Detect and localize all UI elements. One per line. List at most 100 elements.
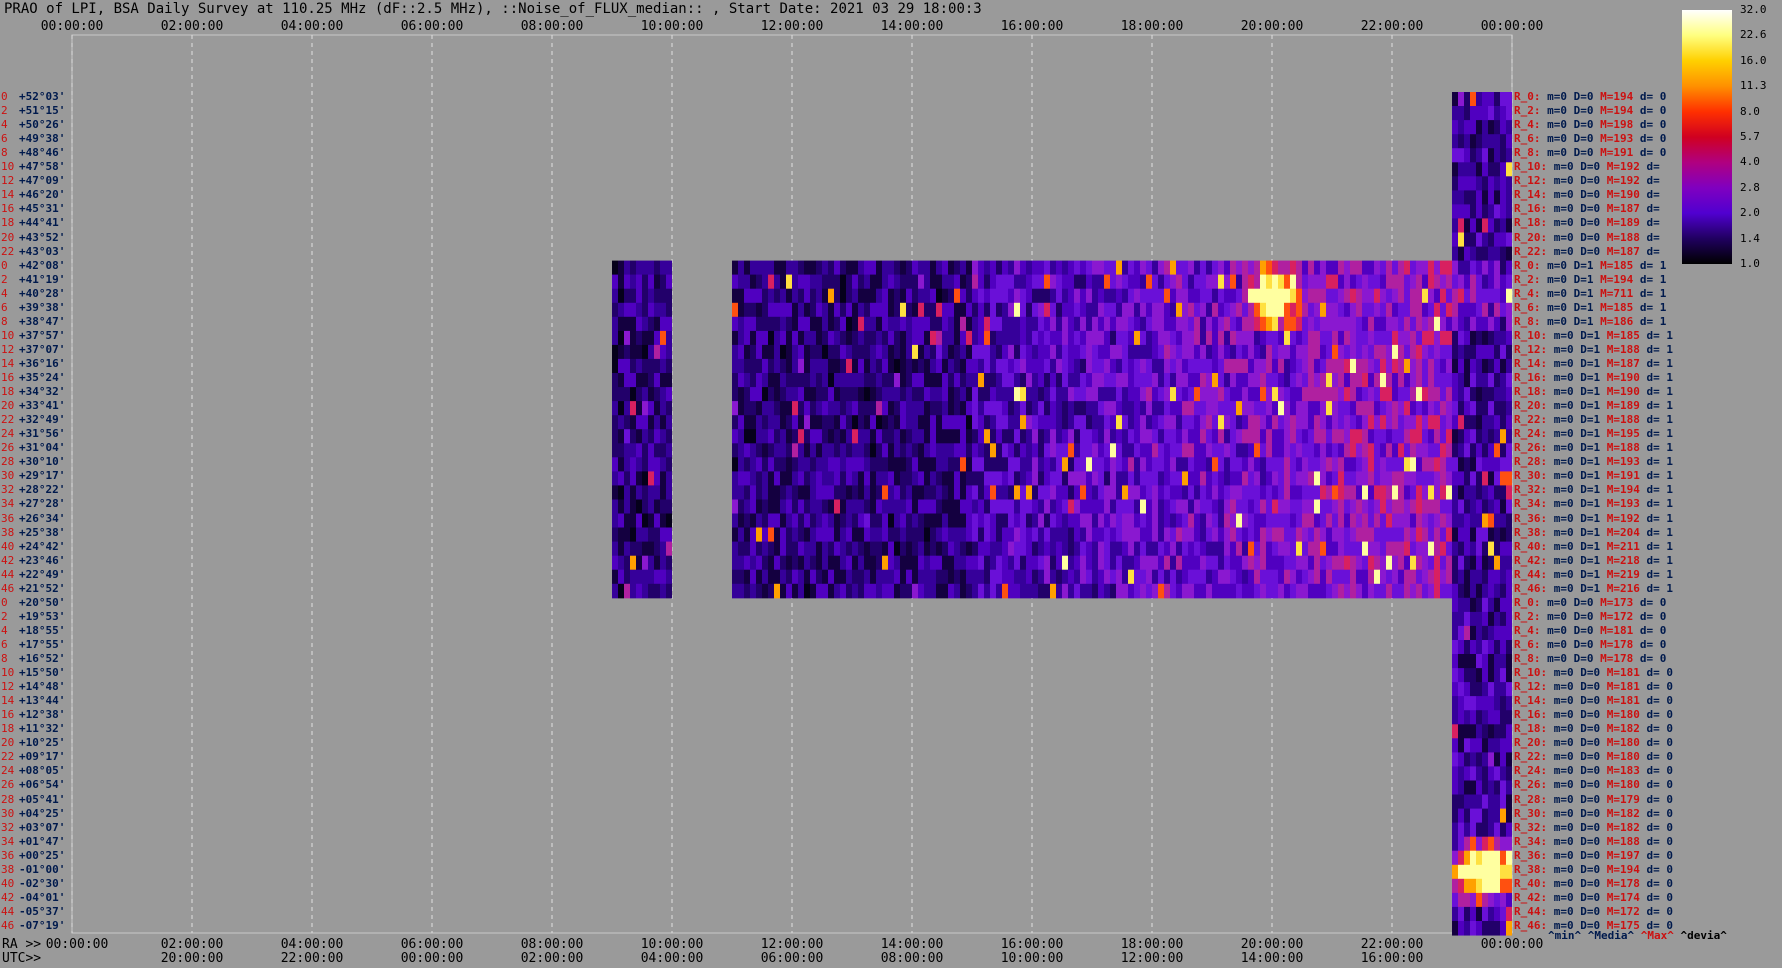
declination-label: +12°38' xyxy=(19,708,66,722)
heatmap-cell xyxy=(1224,387,1230,402)
heatmap-cell xyxy=(810,527,816,543)
heatmap-cell xyxy=(1272,513,1278,529)
heatmap-cell xyxy=(1320,499,1326,515)
heatmap-cell xyxy=(1008,499,1014,515)
heatmap-cell xyxy=(1500,190,1506,205)
heatmap-cell xyxy=(1014,302,1020,318)
heatmap-cell xyxy=(1506,822,1512,838)
heatmap-cell xyxy=(948,471,954,486)
heatmap-cell xyxy=(636,443,642,458)
heatmap-cell xyxy=(1038,443,1044,458)
heatmap-cell xyxy=(1080,499,1086,515)
heatmap-cell xyxy=(1470,892,1476,908)
heatmap-cell xyxy=(1248,274,1254,290)
heatmap-cell xyxy=(1416,274,1422,290)
heatmap-cell xyxy=(1344,401,1350,416)
heatmap-cell xyxy=(1008,457,1014,472)
heatmap-cell xyxy=(1446,274,1452,290)
heatmap-cell xyxy=(1374,344,1380,360)
stat-min-median: m=0 D=0 xyxy=(1547,736,1607,750)
heatmap-cell xyxy=(936,499,942,515)
heatmap-cell xyxy=(1128,330,1134,346)
heatmap-cell xyxy=(1452,485,1458,500)
heatmap-cell xyxy=(1290,330,1296,346)
heatmap-cell xyxy=(1350,443,1356,458)
heatmap-cell xyxy=(1032,513,1038,529)
heatmap-cell xyxy=(1506,654,1512,669)
heatmap-cell xyxy=(660,401,666,416)
heatmap-cell xyxy=(1128,429,1134,444)
heatmap-cell xyxy=(1470,499,1476,515)
heatmap-cell xyxy=(630,373,636,388)
heatmap-cell xyxy=(1110,583,1116,599)
stat-max: M=190 xyxy=(1606,188,1640,202)
heatmap-cell xyxy=(750,471,756,486)
heatmap-cell xyxy=(1422,457,1428,472)
heatmap-cell xyxy=(1500,682,1506,697)
heatmap-cell xyxy=(1128,485,1134,500)
heatmap-cell xyxy=(1230,344,1236,360)
heatmap-cell xyxy=(1326,415,1332,430)
heatmap-cell xyxy=(1500,373,1506,388)
heatmap-cell xyxy=(858,274,864,290)
heatmap-cell xyxy=(858,583,864,599)
heatmap-cell xyxy=(990,288,996,304)
heatmap-cell xyxy=(1236,288,1242,304)
heatmap-cell xyxy=(1164,485,1170,500)
heatmap-cell xyxy=(1140,429,1146,444)
heatmap-cell xyxy=(1506,429,1512,444)
heatmap-cell xyxy=(1506,218,1512,233)
heatmap-cell xyxy=(750,513,756,529)
heatmap-cell xyxy=(756,344,762,360)
heatmap-cell xyxy=(1020,569,1026,585)
heatmap-cell xyxy=(942,330,948,346)
heatmap-cell xyxy=(882,513,888,529)
heatmap-cell xyxy=(1500,443,1506,458)
heatmap-cell xyxy=(1182,358,1188,374)
heatmap-cell xyxy=(1476,316,1482,332)
heatmap-cell xyxy=(1146,302,1152,318)
heatmap-cell xyxy=(846,373,852,388)
heatmap-cell xyxy=(1290,429,1296,444)
heatmap-cell xyxy=(978,527,984,543)
declination-label: +34°32' xyxy=(19,385,66,399)
heatmap-cell xyxy=(1470,583,1476,599)
heatmap-cell xyxy=(1488,457,1494,472)
heatmap-cell xyxy=(1350,457,1356,472)
heatmap-cell xyxy=(750,302,756,318)
heatmap-cell xyxy=(1506,513,1512,529)
heatmap-cell xyxy=(636,485,642,500)
heatmap-cell xyxy=(1410,583,1416,599)
heatmap-cell xyxy=(1230,330,1236,346)
top-tick-label: 08:00:00 xyxy=(520,19,584,34)
row-stat: R_30: m=0 D=0 M=182 d= 0 xyxy=(1514,807,1673,820)
heatmap-cell xyxy=(1428,569,1434,585)
heatmap-cell xyxy=(1482,836,1488,852)
heatmap-cell xyxy=(1080,358,1086,374)
heatmap-cell xyxy=(1476,906,1482,922)
heatmap-cell xyxy=(768,260,774,276)
heatmap-cell xyxy=(1038,569,1044,585)
heatmap-cell xyxy=(1476,204,1482,219)
legend-max: ^Max^ xyxy=(1640,929,1674,942)
heatmap-cell xyxy=(666,260,672,276)
heatmap-cell xyxy=(960,457,966,472)
heatmap-cell xyxy=(1200,387,1206,402)
heatmap-cell xyxy=(834,541,840,557)
heatmap-cell xyxy=(1440,373,1446,388)
heatmap-cell xyxy=(1410,569,1416,585)
heatmap-cell xyxy=(1500,499,1506,515)
heatmap-cell xyxy=(1206,569,1212,585)
heatmap-cell xyxy=(1032,330,1038,346)
heatmap-cell xyxy=(1188,457,1194,472)
heatmap-cell xyxy=(1506,176,1512,191)
heatmap-cell xyxy=(1416,387,1422,402)
top-tick-label: 16:00:00 xyxy=(1000,19,1064,34)
heatmap-cell xyxy=(1338,288,1344,304)
heatmap-cell xyxy=(1422,429,1428,444)
row-stat: R_8: m=0 D=1 M=186 d= 1 xyxy=(1514,315,1666,328)
heatmap-cell xyxy=(1062,358,1068,374)
heatmap-cell xyxy=(894,387,900,402)
heatmap-cell xyxy=(1086,373,1092,388)
heatmap-cell xyxy=(990,302,996,318)
